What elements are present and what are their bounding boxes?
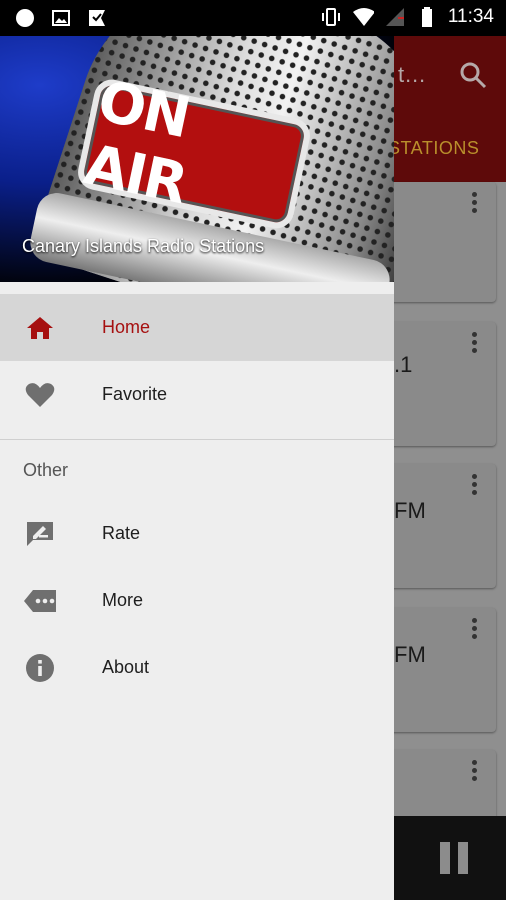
- battery-icon: [416, 6, 438, 28]
- notification-dot-icon: [14, 7, 36, 29]
- vibrate-icon: [320, 6, 342, 28]
- heart-icon: [24, 379, 56, 411]
- menu-item-label: More: [102, 590, 144, 610]
- overflow-menu-icon[interactable]: [472, 192, 478, 213]
- navigation-drawer: ON AIR Canary Islands Radio Stations Hom…: [0, 36, 394, 900]
- menu-item-label: Rate: [102, 523, 141, 543]
- clock: 11:34: [447, 6, 494, 27]
- app-title-fragment: t…: [398, 62, 427, 87]
- info-icon: [24, 652, 56, 684]
- home-icon: [24, 312, 56, 344]
- drawer-menu: Home Favorite Other Rate More About: [0, 294, 394, 701]
- wifi-icon: [352, 6, 374, 28]
- drawer-header: ON AIR Canary Islands Radio Stations: [0, 36, 394, 282]
- pause-icon[interactable]: [440, 842, 468, 874]
- menu-item-about[interactable]: About: [0, 634, 394, 701]
- image-icon: [50, 7, 72, 29]
- overflow-menu-icon[interactable]: [472, 474, 478, 495]
- drawer-header-title: Canary Islands Radio Stations: [22, 236, 265, 256]
- menu-item-rate[interactable]: Rate: [0, 500, 394, 567]
- rate-icon: [24, 518, 56, 550]
- menu-item-more[interactable]: More: [0, 567, 394, 634]
- signal-icon: [384, 6, 406, 28]
- menu-item-label: Home: [102, 317, 151, 337]
- menu-item-favorite[interactable]: Favorite: [0, 361, 394, 428]
- overflow-menu-icon[interactable]: [472, 760, 478, 781]
- search-icon[interactable]: [458, 60, 488, 90]
- status-bar: 11:34: [0, 0, 506, 36]
- tab-stations[interactable]: STATIONS: [388, 138, 479, 159]
- menu-item-home[interactable]: Home: [0, 294, 394, 361]
- menu-item-label: About: [102, 657, 150, 677]
- more-icon: [24, 585, 56, 617]
- check-flag-icon: [86, 7, 108, 29]
- menu-item-label: Favorite: [102, 384, 168, 404]
- overflow-menu-icon[interactable]: [472, 618, 478, 639]
- overflow-menu-icon[interactable]: [472, 332, 478, 353]
- section-label-other: Other: [23, 459, 69, 480]
